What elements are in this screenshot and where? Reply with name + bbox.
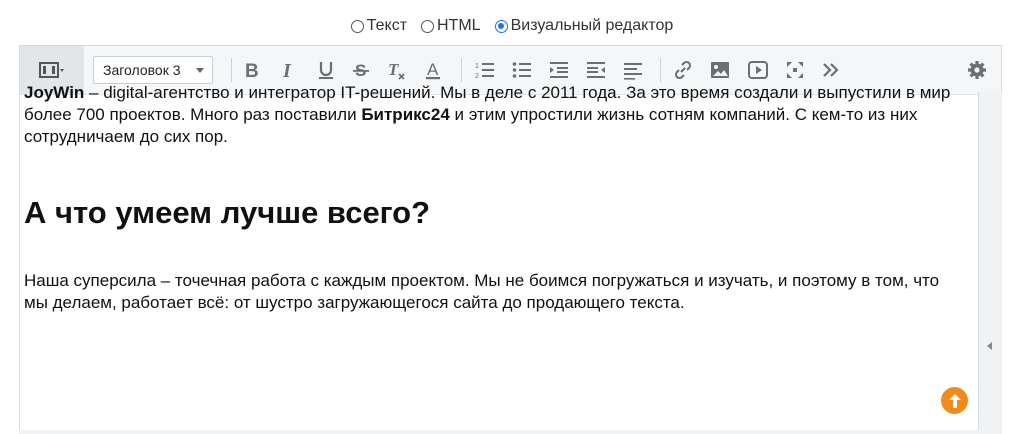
- toolbar-divider: [660, 58, 661, 82]
- editor-mode-switch: Текст HTML Визуальный редактор: [0, 17, 1024, 35]
- scroll-up-button[interactable]: [941, 387, 968, 414]
- chevron-left-icon: [987, 342, 992, 350]
- section-heading: А что умеем лучше всего?: [24, 195, 431, 230]
- mode-html-label: HTML: [437, 17, 481, 34]
- brand-name: JoyWin: [24, 83, 85, 102]
- link-button[interactable]: [668, 55, 698, 85]
- outdent-icon: [587, 62, 605, 78]
- image-icon: [711, 62, 729, 78]
- mode-html-radio[interactable]: [421, 19, 435, 33]
- product-name: Битрикс24: [361, 105, 450, 124]
- strikethrough-icon: S: [353, 61, 369, 80]
- underline-icon: [319, 62, 333, 79]
- more-button[interactable]: [816, 55, 846, 85]
- clear-format-icon: T: [388, 60, 405, 80]
- text-color-button[interactable]: A: [418, 55, 448, 85]
- underline-button[interactable]: [311, 55, 341, 85]
- align-left-icon: [624, 63, 642, 80]
- ordered-list-icon: 12: [475, 63, 494, 80]
- film-icon: [39, 62, 64, 78]
- svg-text:2: 2: [475, 73, 479, 80]
- format-select-value: Заголовок 3: [103, 62, 181, 78]
- mode-visual[interactable]: Визуальный редактор: [494, 17, 674, 35]
- ordered-list-button[interactable]: 12: [470, 55, 500, 85]
- svg-text:1: 1: [475, 63, 479, 70]
- toolbar-divider: [231, 58, 232, 82]
- image-button[interactable]: [705, 55, 735, 85]
- text-color-icon: A: [426, 60, 440, 80]
- outdent-button[interactable]: [581, 55, 611, 85]
- section-paragraph: Наша суперсила – точечная работа с кажды…: [24, 271, 940, 312]
- mode-html[interactable]: HTML: [421, 17, 481, 35]
- arrow-up-icon: [948, 393, 961, 408]
- svg-text:T: T: [388, 60, 399, 79]
- fullscreen-icon: [787, 62, 803, 78]
- svg-text:A: A: [427, 60, 439, 79]
- bullet-list-button[interactable]: [507, 55, 537, 85]
- video-icon: [748, 61, 768, 79]
- link-icon: [674, 60, 692, 80]
- format-select[interactable]: Заголовок 3: [93, 56, 213, 84]
- italic-button[interactable]: I: [274, 55, 304, 85]
- svg-text:I: I: [282, 60, 292, 80]
- strikethrough-button[interactable]: S: [346, 55, 376, 85]
- indent-icon: [550, 62, 568, 78]
- fullscreen-button[interactable]: [780, 55, 810, 85]
- mode-text[interactable]: Текст: [350, 17, 408, 35]
- intro-paragraph: JoyWin – digital-агентство и интегратор …: [24, 82, 954, 148]
- settings-icon: [968, 61, 986, 79]
- mode-text-label: Текст: [366, 17, 408, 34]
- italic-icon: I: [282, 60, 292, 80]
- video-button[interactable]: [743, 55, 773, 85]
- bold-button[interactable]: B: [237, 55, 267, 85]
- editor-bottom-edge: [19, 430, 1002, 434]
- indent-button[interactable]: [544, 55, 574, 85]
- align-button[interactable]: [618, 55, 648, 85]
- mode-text-radio[interactable]: [350, 19, 364, 33]
- right-sidebar-toggle[interactable]: [978, 92, 1002, 434]
- bold-icon: B: [245, 61, 259, 80]
- more-icon: [823, 63, 839, 77]
- mode-visual-label: Визуальный редактор: [510, 17, 674, 34]
- svg-text:B: B: [245, 61, 259, 80]
- bullet-list-icon: [512, 62, 531, 78]
- settings-button[interactable]: [962, 55, 992, 85]
- mode-visual-radio[interactable]: [494, 19, 508, 33]
- toolbar-divider: [461, 58, 462, 82]
- chevron-down-icon: [196, 68, 204, 73]
- clear-format-button[interactable]: T: [381, 55, 411, 85]
